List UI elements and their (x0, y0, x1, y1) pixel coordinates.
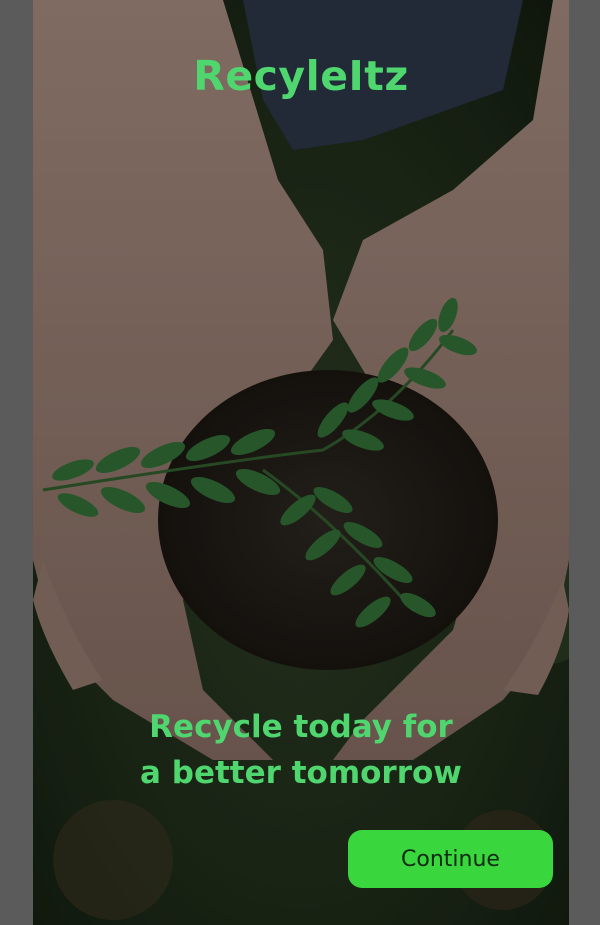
tagline-line-2: a better tomorrow (140, 755, 462, 791)
tagline: Recycle today for a better tomorrow (33, 704, 569, 796)
continue-button[interactable]: Continue (348, 830, 553, 888)
splash-screen: RecyleItz Recycle today for a better tom… (33, 0, 569, 925)
app-title: RecyleItz (193, 52, 409, 100)
tagline-line-1: Recycle today for (149, 709, 453, 745)
device-frame: RecyleItz Recycle today for a better tom… (0, 0, 600, 925)
